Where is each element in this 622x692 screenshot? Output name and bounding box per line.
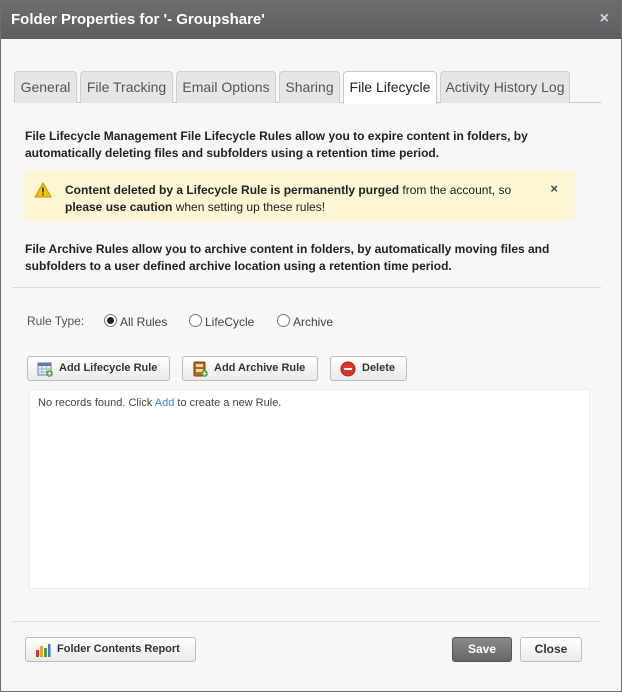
- tab-sharing[interactable]: Sharing: [279, 71, 340, 103]
- tab-general[interactable]: General: [14, 71, 77, 103]
- add-lifecycle-rule-button[interactable]: Add Lifecycle Rule: [27, 356, 170, 381]
- rules-grid: No records found. Click Add to create a …: [29, 389, 590, 589]
- warning-icon: [34, 182, 52, 198]
- folder-contents-report-label: Folder Contents Report: [57, 643, 180, 655]
- tab-email-options[interactable]: Email Options: [176, 71, 276, 103]
- archive-box-add-icon: [193, 361, 208, 377]
- add-rule-link[interactable]: Add: [155, 397, 175, 409]
- warning-close-icon[interactable]: ×: [550, 181, 558, 196]
- close-icon[interactable]: ×: [600, 10, 609, 28]
- tab-activity-history-log[interactable]: Activity History Log: [440, 71, 570, 103]
- warning-text: Content deleted by a Lifecycle Rule is p…: [65, 182, 511, 216]
- archive-description-line2: subfolders to a user defined archive loc…: [25, 259, 452, 273]
- save-button[interactable]: Save: [452, 637, 512, 662]
- delete-button[interactable]: Delete: [330, 356, 407, 381]
- radio-all-rules[interactable]: [104, 314, 117, 327]
- dialog-titlebar[interactable]: Folder Properties for '- Groupshare' ×: [1, 1, 621, 39]
- tab-bar: General File Tracking Email Options Shar…: [14, 71, 601, 104]
- archive-description-line1: File Archive Rules allow you to archive …: [25, 242, 550, 256]
- add-lifecycle-rule-label: Add Lifecycle Rule: [59, 362, 158, 374]
- warning-text-account: from the account, so: [399, 183, 512, 197]
- warning-banner: Content deleted by a Lifecycle Rule is p…: [24, 170, 575, 221]
- close-button[interactable]: Close: [520, 637, 582, 662]
- add-archive-rule-label: Add Archive Rule: [214, 362, 306, 374]
- delete-icon: [340, 361, 356, 377]
- tab-file-lifecycle[interactable]: File Lifecycle: [343, 71, 437, 104]
- lifecycle-description: File Lifecycle Management File Lifecycle…: [25, 128, 528, 162]
- dialog-title: Folder Properties for '- Groupshare': [11, 11, 265, 28]
- lifecycle-description-line1: File Lifecycle Management File Lifecycle…: [25, 129, 528, 143]
- archive-description: File Archive Rules allow you to archive …: [25, 241, 549, 275]
- radio-archive-label[interactable]: Archive: [293, 315, 333, 329]
- radio-archive[interactable]: [277, 314, 290, 327]
- calendar-add-icon: [37, 362, 53, 377]
- footer-divider: [12, 621, 601, 622]
- empty-grid-message: No records found. Click Add to create a …: [38, 397, 281, 409]
- warning-text-rules: when setting up these rules!: [172, 200, 326, 214]
- delete-label: Delete: [362, 362, 396, 374]
- empty-grid-prefix: No records found. Click: [38, 397, 155, 409]
- radio-lifecycle[interactable]: [189, 314, 202, 327]
- warning-bold-caution: please use caution: [65, 200, 173, 214]
- add-archive-rule-button[interactable]: Add Archive Rule: [182, 356, 318, 381]
- bar-chart-icon: [36, 644, 51, 657]
- rule-type-label: Rule Type:: [27, 314, 85, 328]
- warning-bold-purged: Content deleted by a Lifecycle Rule is p…: [65, 183, 400, 197]
- lifecycle-description-line2: automatically deleting files and subfold…: [25, 146, 440, 160]
- tab-file-tracking[interactable]: File Tracking: [80, 71, 173, 103]
- folder-contents-report-button[interactable]: Folder Contents Report: [25, 637, 196, 662]
- folder-properties-dialog: Folder Properties for '- Groupshare' × G…: [0, 0, 622, 692]
- section-divider: [12, 287, 601, 288]
- radio-all-rules-label[interactable]: All Rules: [120, 315, 167, 329]
- radio-lifecycle-label[interactable]: LifeCycle: [205, 315, 254, 329]
- empty-grid-suffix: to create a new Rule.: [174, 397, 282, 409]
